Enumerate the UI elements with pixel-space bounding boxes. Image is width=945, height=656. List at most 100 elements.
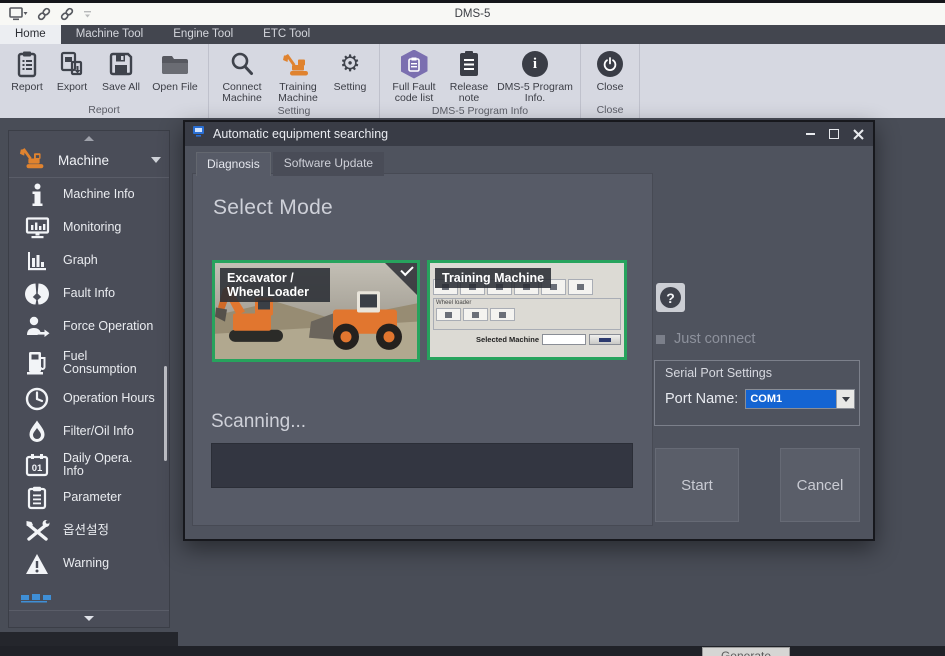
just-connect-label: Just connect [674, 331, 755, 347]
sidebar-item-parameter[interactable]: Parameter [9, 481, 169, 514]
dialog-minimize-button[interactable] [803, 127, 817, 141]
chevron-down-icon [842, 397, 850, 402]
sidebar-item-graph[interactable]: Graph [9, 244, 169, 277]
mini-machines-icon [21, 590, 55, 608]
tab-engine-tool[interactable]: Engine Tool [158, 25, 248, 44]
ribbon-group-program-info: Full Fault code list Release note i DMS-… [380, 44, 581, 118]
user-arrow-icon [22, 315, 52, 339]
clock-icon [22, 387, 52, 411]
sidebar-scrollbar[interactable] [164, 366, 167, 461]
sidebar-item-label: Fuel Consumption [63, 350, 155, 376]
tools-icon [22, 519, 52, 543]
sidebar-item-monitoring[interactable]: Monitoring [9, 211, 169, 244]
dialog-maximize-button[interactable] [827, 127, 841, 141]
group-label-program-info: DMS-5 Program Info [385, 105, 575, 119]
open-file-label: Open File [152, 82, 198, 93]
open-file-button[interactable]: Open File [147, 47, 203, 94]
tab-software-update[interactable]: Software Update [273, 152, 384, 176]
tab-home[interactable]: Home [0, 25, 61, 44]
sidebar-scroll-up-icon[interactable] [84, 136, 94, 141]
setting-button[interactable]: ⚙ Setting [326, 47, 374, 94]
titlebar: DMS-5 [0, 3, 945, 25]
help-button[interactable]: ? [656, 283, 685, 312]
save-all-label: Save All [102, 82, 140, 93]
connect-machine-label: Connect Machine [216, 82, 268, 104]
scanning-status-text: Scanning... [211, 411, 306, 433]
sidebar-item-label: Monitoring [63, 221, 121, 234]
start-button[interactable]: Start [655, 448, 739, 522]
chevron-down-icon [151, 157, 161, 163]
wheel-loader-group: Wheel loader [433, 298, 621, 330]
just-connect-checkbox[interactable]: Just connect [656, 331, 755, 347]
dms5-program-info-button[interactable]: i DMS-5 Program Info. [495, 47, 575, 105]
card-label: Excavator / Wheel Loader [220, 268, 330, 302]
release-note-clipboard-icon [457, 48, 481, 80]
save-all-button[interactable]: Save All [95, 47, 147, 94]
mock-ok-button [589, 334, 621, 345]
training-machine-button[interactable]: Training Machine [270, 47, 326, 105]
tab-etc-tool[interactable]: ETC Tool [248, 25, 325, 44]
report-clipboard-icon [15, 48, 39, 80]
tab-diagnosis[interactable]: Diagnosis [196, 152, 271, 176]
svg-text:01: 01 [32, 463, 43, 474]
sidebar-machine-header[interactable]: Machine [9, 143, 169, 178]
cancel-button[interactable]: Cancel [780, 448, 860, 522]
ribbon-group-report: Report Export Save All Open File [0, 44, 209, 118]
close-app-button[interactable]: Close [586, 47, 634, 94]
link-icon[interactable] [60, 7, 74, 21]
fault-icon [22, 282, 52, 306]
full-fault-code-list-button[interactable]: Full Fault code list [385, 47, 443, 105]
checkbox-icon [656, 335, 665, 344]
mode-card-training-machine[interactable]: Wheel loader Selected Machine Training M… [427, 260, 627, 360]
sidebar-item-fault-info[interactable]: Fault Info [9, 277, 169, 310]
report-button[interactable]: Report [5, 47, 49, 94]
group-label-close: Close [586, 104, 634, 118]
export-button[interactable]: Export [49, 47, 95, 94]
machine-excavator-icon [19, 146, 49, 174]
serial-port-settings-title: Serial Port Settings [665, 366, 772, 380]
combo-dropdown-button[interactable] [836, 390, 854, 408]
sidebar-item-operation-hours[interactable]: Operation Hours [9, 382, 169, 415]
mini-machine-button [436, 308, 461, 321]
port-name-value: COM1 [746, 390, 836, 408]
release-note-label: Release note [445, 82, 493, 104]
port-name-combobox[interactable]: COM1 [745, 389, 855, 409]
sidebar-item-daily-opera-info[interactable]: 01 Daily Opera. Info [9, 448, 169, 481]
sidebar-item-label: 옵션설정 [63, 524, 109, 537]
mode-card-excavator-wheel-loader[interactable]: Excavator / Wheel Loader [212, 260, 420, 362]
minimize-icon [806, 133, 815, 135]
release-note-button[interactable]: Release note [443, 47, 495, 105]
tab-machine-tool[interactable]: Machine Tool [61, 25, 159, 44]
dialog-close-button[interactable] [851, 127, 865, 141]
maximize-icon [829, 129, 839, 139]
sidebar-item-option-settings[interactable]: 옵션설정 [9, 514, 169, 547]
sidebar: Machine Machine Info Monitoring Graph Fa… [8, 130, 170, 628]
ribbon: Report Export Save All Open File [0, 44, 945, 118]
app-menu-icon[interactable] [9, 7, 28, 21]
mini-machine-button [568, 279, 593, 295]
toolbar-overflow-icon[interactable] [83, 10, 92, 19]
sidebar-item-force-operation[interactable]: Force Operation [9, 310, 169, 343]
selected-machine-label: Selected Machine [476, 335, 539, 344]
training-machine-label: Training Machine [272, 82, 324, 104]
ribbon-group-setting: Connect Machine Training Machine ⚙ Setti… [209, 44, 380, 118]
sidebar-item-machine-info[interactable]: Machine Info [9, 178, 169, 211]
sidebar-item-label: Filter/Oil Info [63, 425, 134, 438]
sidebar-scroll-down[interactable] [9, 610, 169, 627]
sidebar-item-fuel-consumption[interactable]: Fuel Consumption [9, 343, 169, 382]
connect-machine-button[interactable]: Connect Machine [214, 47, 270, 105]
dialog-titlebar[interactable]: Automatic equipment searching [185, 122, 873, 146]
mini-machine-button [490, 308, 515, 321]
quick-access-toolbar [0, 7, 92, 21]
excavator-icon [282, 48, 314, 80]
magnifier-icon [229, 48, 255, 80]
scan-progress-area [211, 443, 633, 488]
gear-icon: ⚙ [340, 48, 361, 80]
sidebar-item-filter-oil-info[interactable]: Filter/Oil Info [9, 415, 169, 448]
generate-button[interactable]: Generate [702, 647, 790, 656]
calendar-icon: 01 [22, 453, 52, 477]
link-icon[interactable] [37, 7, 51, 21]
ribbon-group-close: Close Close [581, 44, 640, 118]
question-mark-icon: ? [660, 287, 681, 308]
sidebar-item-warning[interactable]: Warning [9, 547, 169, 580]
